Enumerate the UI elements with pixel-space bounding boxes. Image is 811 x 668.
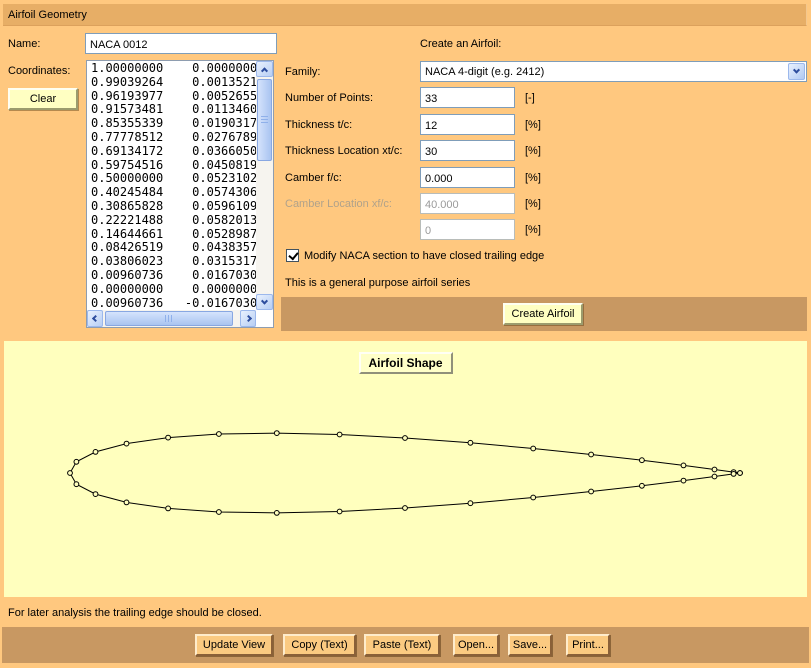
family-label: Family: bbox=[285, 66, 320, 78]
name-input[interactable] bbox=[85, 33, 277, 54]
family-dropdown-button[interactable] bbox=[788, 63, 805, 80]
horizontal-scrollbar[interactable] bbox=[87, 310, 256, 327]
airfoil-point bbox=[712, 474, 717, 479]
airfoil-point bbox=[124, 500, 129, 505]
airfoil-point bbox=[468, 501, 473, 506]
create-airfoil-button[interactable]: Create Airfoil bbox=[503, 303, 583, 325]
thickness-input[interactable] bbox=[420, 114, 515, 135]
airfoil-point bbox=[589, 452, 594, 457]
camber-label: Camber f/c: bbox=[285, 172, 342, 184]
airfoil-outline bbox=[70, 433, 740, 513]
airfoil-point bbox=[738, 471, 743, 476]
closed-te-checkbox-label: Modify NACA section to have closed trail… bbox=[304, 250, 544, 262]
airfoil-point bbox=[531, 446, 536, 451]
scroll-right-button[interactable] bbox=[240, 310, 256, 327]
scroll-up-button[interactable] bbox=[256, 61, 273, 77]
airfoil-point bbox=[640, 458, 645, 463]
airfoil-shape-panel: Airfoil Shape bbox=[4, 341, 807, 597]
airfoil-point bbox=[124, 441, 129, 446]
coordinates-textarea[interactable]: 1.00000000 0.00000000 0.99039264 0.00135… bbox=[86, 60, 274, 328]
family-select[interactable]: NACA 4-digit (e.g. 2412) bbox=[420, 61, 807, 82]
chevron-down-icon bbox=[261, 297, 268, 304]
airfoil-point bbox=[274, 431, 279, 436]
thickness-unit: [%] bbox=[525, 119, 541, 131]
copy-text-button[interactable]: Copy (Text) bbox=[283, 634, 356, 656]
airfoil-point bbox=[93, 450, 98, 455]
vertical-scrollbar[interactable] bbox=[256, 61, 273, 310]
airfoil-point bbox=[731, 472, 736, 477]
clear-button[interactable]: Clear bbox=[8, 88, 78, 110]
thickness-location-unit: [%] bbox=[525, 145, 541, 157]
camber-unit: [%] bbox=[525, 172, 541, 184]
closed-te-checkbox[interactable] bbox=[286, 249, 299, 262]
airfoil-point bbox=[531, 495, 536, 500]
thickness-label: Thickness t/c: bbox=[285, 119, 352, 131]
series-description: This is a general purpose airfoil series bbox=[285, 277, 470, 289]
airfoil-point bbox=[74, 482, 79, 487]
airfoil-point bbox=[403, 506, 408, 511]
airfoil-point bbox=[468, 440, 473, 445]
airfoil-point bbox=[403, 436, 408, 441]
chevron-right-icon bbox=[244, 315, 251, 322]
open-label: Open... bbox=[458, 639, 494, 651]
print-button[interactable]: Print... bbox=[566, 634, 610, 656]
horizontal-scroll-thumb[interactable] bbox=[105, 311, 233, 326]
save-label: Save... bbox=[513, 639, 547, 651]
copy-text-label: Copy (Text) bbox=[291, 639, 347, 651]
airfoil-point bbox=[337, 509, 342, 514]
chevron-left-icon bbox=[91, 315, 98, 322]
airfoil-point bbox=[337, 432, 342, 437]
points-label: Number of Points: bbox=[285, 92, 373, 104]
vertical-scroll-thumb[interactable] bbox=[257, 79, 272, 161]
airfoil-point bbox=[74, 459, 79, 464]
camber-location-label: Camber Location xf/c: bbox=[285, 198, 392, 210]
extra-parameter-input bbox=[420, 219, 515, 240]
print-label: Print... bbox=[572, 639, 604, 651]
family-selected-value: NACA 4-digit (e.g. 2412) bbox=[421, 66, 788, 78]
scroll-left-button[interactable] bbox=[87, 310, 103, 327]
airfoil-geometry-window: Airfoil Geometry Name: Coordinates: Clea… bbox=[0, 0, 811, 668]
update-view-label: Update View bbox=[203, 639, 265, 651]
airfoil-point bbox=[166, 506, 171, 511]
airfoil-point bbox=[589, 489, 594, 494]
scroll-down-button[interactable] bbox=[256, 294, 273, 310]
airfoil-point bbox=[166, 435, 171, 440]
airfoil-point bbox=[640, 483, 645, 488]
camber-location-input bbox=[420, 193, 515, 214]
airfoil-plot bbox=[4, 341, 807, 597]
save-button[interactable]: Save... bbox=[508, 634, 552, 656]
window-title: Airfoil Geometry bbox=[8, 9, 87, 21]
paste-text-label: Paste (Text) bbox=[373, 639, 432, 651]
coordinates-label: Coordinates: bbox=[8, 65, 70, 77]
camber-location-unit: [%] bbox=[525, 198, 541, 210]
airfoil-point bbox=[217, 432, 222, 437]
airfoil-point bbox=[93, 492, 98, 497]
update-view-button[interactable]: Update View bbox=[195, 634, 273, 656]
points-input[interactable] bbox=[420, 87, 515, 108]
name-label: Name: bbox=[8, 38, 40, 50]
paste-text-button[interactable]: Paste (Text) bbox=[364, 634, 440, 656]
airfoil-point bbox=[712, 467, 717, 472]
extra-parameter-unit: [%] bbox=[525, 224, 541, 236]
chevron-down-icon bbox=[793, 67, 800, 74]
airfoil-point bbox=[681, 478, 686, 483]
create-panel-title: Create an Airfoil: bbox=[420, 38, 501, 50]
camber-input[interactable] bbox=[420, 167, 515, 188]
thickness-location-input[interactable] bbox=[420, 140, 515, 161]
airfoil-point bbox=[681, 463, 686, 468]
title-bar: Airfoil Geometry bbox=[3, 4, 807, 26]
create-airfoil-button-label: Create Airfoil bbox=[512, 308, 575, 320]
open-button[interactable]: Open... bbox=[453, 634, 499, 656]
airfoil-point bbox=[274, 511, 279, 516]
chevron-up-icon bbox=[261, 67, 268, 74]
airfoil-point bbox=[217, 510, 222, 515]
points-unit: [-] bbox=[525, 92, 535, 104]
airfoil-point bbox=[68, 471, 73, 476]
clear-button-label: Clear bbox=[30, 93, 56, 105]
trailing-edge-note: For later analysis the trailing edge sho… bbox=[8, 607, 262, 619]
plot-title: Airfoil Shape bbox=[358, 352, 452, 374]
thickness-location-label: Thickness Location xt/c: bbox=[285, 145, 402, 157]
coordinates-text[interactable]: 1.00000000 0.00000000 0.99039264 0.00135… bbox=[87, 61, 256, 310]
